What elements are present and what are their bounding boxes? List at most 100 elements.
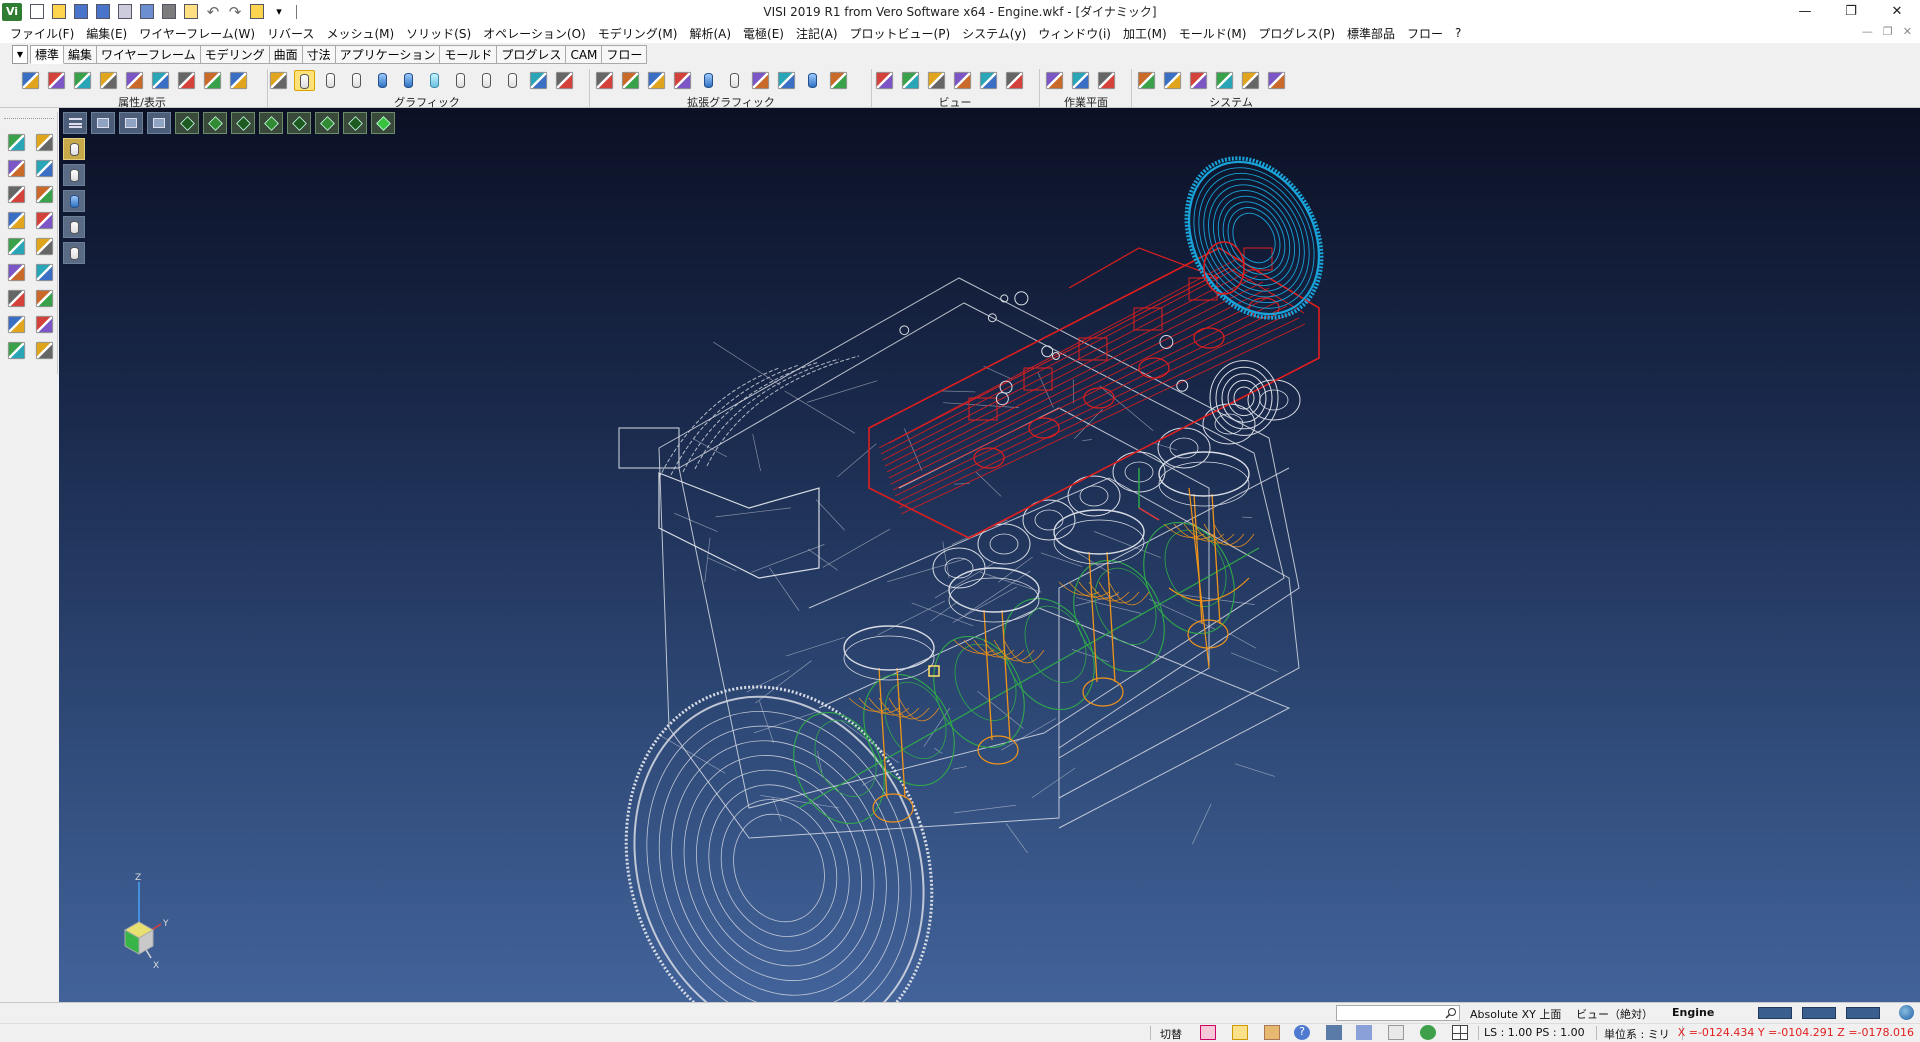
rotate-icon[interactable] xyxy=(8,264,25,281)
silhouette-cylinder-icon[interactable] xyxy=(346,70,367,91)
print-preview-icon[interactable] xyxy=(116,3,134,21)
cylinder-icon[interactable] xyxy=(724,70,745,91)
workplane-icon[interactable] xyxy=(1046,71,1063,88)
menu-item[interactable]: システム(y) xyxy=(956,25,1032,42)
ribbon-tab[interactable]: 寸法 xyxy=(303,45,336,64)
menu-lines-icon[interactable] xyxy=(63,112,87,134)
line-style-icon[interactable] xyxy=(178,71,195,88)
mdi-restore-icon[interactable]: ❐ xyxy=(1883,25,1893,38)
side-cube-icon[interactable] xyxy=(231,112,255,134)
engine-wireframe-model[interactable] xyxy=(59,108,1920,1002)
color-icon[interactable] xyxy=(152,71,169,88)
ribbon-tab[interactable]: 標準 xyxy=(30,45,64,64)
graphics-viewport[interactable]: Z Y X xyxy=(59,108,1920,1002)
menu-item[interactable]: 注記(A) xyxy=(790,25,844,42)
shaded-cube-icon[interactable] xyxy=(371,112,395,134)
menu-item[interactable]: モデリング(M) xyxy=(592,25,684,42)
bottom-cube-icon[interactable] xyxy=(343,112,367,134)
edge-style-icon[interactable] xyxy=(530,71,547,88)
menu-item[interactable]: モールド(M) xyxy=(1173,25,1253,42)
open-file-icon[interactable] xyxy=(50,3,68,21)
hide-icon[interactable] xyxy=(100,71,117,88)
window-icon[interactable] xyxy=(91,112,115,134)
section-icon[interactable] xyxy=(648,71,665,88)
redo-icon[interactable]: ↷ xyxy=(226,3,244,21)
menu-item[interactable]: ワイヤーフレーム(W) xyxy=(133,25,261,42)
help-query-icon[interactable] xyxy=(8,290,25,307)
customize-dropdown-icon[interactable]: ▾ xyxy=(270,3,288,21)
ribbon-tab[interactable]: モールド xyxy=(440,45,497,64)
delete-icon[interactable] xyxy=(8,316,25,333)
explode-icon[interactable] xyxy=(596,71,613,88)
save-as-icon[interactable] xyxy=(94,3,112,21)
layer-icon[interactable] xyxy=(48,71,65,88)
ribbon-tab[interactable]: ワイヤーフレーム xyxy=(97,45,201,64)
globe-icon[interactable] xyxy=(1899,1005,1914,1020)
color-wheel-icon[interactable] xyxy=(8,342,25,359)
verify-icon[interactable] xyxy=(36,186,53,203)
select-entity-icon[interactable] xyxy=(8,134,25,151)
cylinder-blue-icon[interactable] xyxy=(802,70,823,91)
mdi-close-icon[interactable]: ✕ xyxy=(1903,25,1912,38)
undo-icon[interactable]: ↶ xyxy=(204,3,222,21)
view-field[interactable]: ビュー（絶対） xyxy=(1576,1006,1653,1022)
clip-icon[interactable] xyxy=(778,71,795,88)
view-fit-icon[interactable] xyxy=(928,71,945,88)
refresh-view-icon[interactable] xyxy=(980,71,997,88)
grid-icon[interactable] xyxy=(1452,1025,1468,1040)
mesh-cylinder-icon[interactable] xyxy=(476,70,497,91)
menu-item[interactable]: プロットビュー(P) xyxy=(844,25,957,42)
menu-item[interactable]: ? xyxy=(1449,26,1467,40)
attributes-query-icon[interactable] xyxy=(8,212,25,229)
wireframe-cylinder-icon[interactable] xyxy=(63,138,85,160)
measure-icon[interactable] xyxy=(36,160,53,177)
plot-icon[interactable] xyxy=(138,3,156,21)
workplane-field[interactable]: Absolute XY 上面 xyxy=(1470,1006,1561,1022)
mesh-cylinder-icon[interactable] xyxy=(63,242,85,264)
show-icon[interactable] xyxy=(230,71,247,88)
color-swatch-3[interactable] xyxy=(1846,1007,1880,1019)
ribbon-tab[interactable]: フロー xyxy=(602,45,647,64)
iso-cube-icon[interactable] xyxy=(175,112,199,134)
show-hide-icon[interactable] xyxy=(74,71,91,88)
document-icon[interactable] xyxy=(1388,1025,1404,1040)
shaded-cylinder-icon[interactable] xyxy=(372,70,393,91)
layer-field[interactable]: Engine xyxy=(1672,1006,1714,1019)
eye-view-icon[interactable] xyxy=(1006,71,1023,88)
show-all-icon[interactable] xyxy=(204,71,221,88)
shaded-edges-cylinder-icon[interactable] xyxy=(398,70,419,91)
view-rotate-icon[interactable] xyxy=(902,71,919,88)
color-swatch-2[interactable] xyxy=(1802,1007,1836,1019)
outline-cylinder-icon[interactable] xyxy=(450,70,471,91)
right-cube-icon[interactable] xyxy=(287,112,311,134)
dynamic-section-icon[interactable] xyxy=(674,71,691,88)
help-icon[interactable]: ? xyxy=(1294,1025,1310,1040)
menu-item[interactable]: プログレス(P) xyxy=(1252,25,1341,42)
hidden-cylinder-icon[interactable] xyxy=(63,164,85,186)
ribbon-dropdown-icon[interactable]: ▼ xyxy=(12,45,28,64)
close-icon[interactable]: ✕ xyxy=(1874,0,1920,23)
zoom-search-icon[interactable] xyxy=(182,3,200,21)
menu-item[interactable]: ウィンドウ(i) xyxy=(1032,25,1117,42)
color-palette-icon[interactable] xyxy=(1138,71,1155,88)
pan-icon[interactable] xyxy=(147,112,171,134)
menu-item[interactable]: 編集(E) xyxy=(80,25,133,42)
view-manager-icon[interactable] xyxy=(876,71,893,88)
undo-icon[interactable] xyxy=(36,316,53,333)
menu-item[interactable]: オペレーション(O) xyxy=(477,25,592,42)
menu-item[interactable]: 解析(A) xyxy=(683,25,737,42)
ribbon-tab[interactable]: 曲面 xyxy=(270,45,303,64)
section-view-icon[interactable] xyxy=(752,71,769,88)
save-icon[interactable] xyxy=(72,3,90,21)
layer-assign-icon[interactable] xyxy=(8,238,25,255)
visibility-icon[interactable] xyxy=(126,71,143,88)
edit-points-icon[interactable] xyxy=(36,134,53,151)
menu-item[interactable]: メッシュ(M) xyxy=(320,25,400,42)
menu-item[interactable]: 標準部品 xyxy=(1341,25,1401,42)
shaded-cylinder-icon[interactable] xyxy=(63,190,85,212)
image-icon[interactable] xyxy=(1216,71,1233,88)
ribbon-tab[interactable]: プログレス xyxy=(497,45,566,64)
menu-item[interactable]: ソリッド(S) xyxy=(400,25,477,42)
front-cube-icon[interactable] xyxy=(203,112,227,134)
restore-icon[interactable]: ❐ xyxy=(1828,0,1874,23)
